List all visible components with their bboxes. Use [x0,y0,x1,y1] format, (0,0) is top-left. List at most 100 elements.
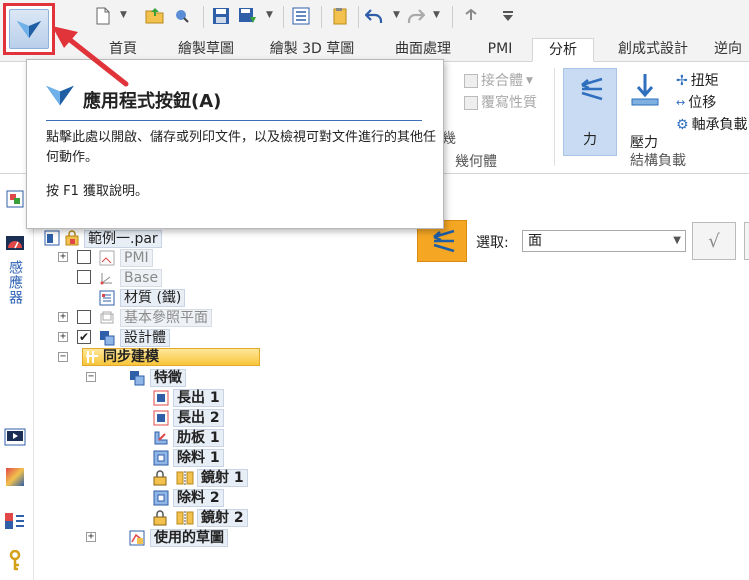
collapse-sync-modeling[interactable]: − [58,352,68,362]
force-button[interactable]: 力 [563,68,617,156]
pressure-label: 壓力 [630,135,658,151]
color-legend-icon[interactable] [4,510,26,532]
properties-icon[interactable] [291,6,311,26]
lock-icon [153,510,169,526]
tooltip-body: 點擊此處以開啟、儲存或列印文件，以及檢視可對文件進行的其他任何動作。 [46,130,437,165]
toolbar-separator [283,6,284,28]
tree-extrude-1[interactable]: 長出 1 [173,389,224,407]
extrude-icon [153,410,169,426]
part-file-icon [44,230,60,246]
repeat-icon[interactable] [461,6,481,26]
save-as-icon[interactable] [238,6,258,26]
design-body-icon [99,330,115,346]
accept-check-icon: √ [708,230,720,252]
select-value: 面 [528,233,542,249]
cut-icon [153,450,169,466]
sync-modeling-icon [84,349,100,365]
tree-mirror-2[interactable]: 鏡射 2 [197,509,248,527]
geometry-group-label: 幾何體 [455,154,497,170]
results-icon[interactable] [4,466,26,488]
save-dropdown-icon[interactable]: ▼ [266,10,274,20]
geometry-partial-label: 幾 [442,131,456,147]
collapse-features[interactable]: − [86,372,96,382]
extra-command-button[interactable] [744,222,749,260]
tab-pmi[interactable]: PMI [476,38,524,62]
torque-label: 扭矩 [690,73,719,89]
tree-used-sketches[interactable]: 使用的草圖 [150,529,228,547]
redo-dropdown-icon[interactable]: ▼ [433,10,441,20]
expand-base-ref-planes[interactable]: + [58,312,68,322]
ribbon-group-separator [554,68,555,166]
expand-design-body[interactable]: + [58,332,68,342]
bearing-load-button[interactable]: ⚙ 軸承負載 [676,116,748,134]
tree-cut-2[interactable]: 除料 2 [173,489,224,507]
bearing-load-label: 軸承負載 [691,117,748,133]
sensors-icon[interactable] [4,232,26,254]
extrude-icon [153,390,169,406]
customize-qat-icon[interactable] [498,6,518,26]
tree-base-ref-planes[interactable]: 基本參照平面 [120,309,212,327]
accept-button[interactable]: √ [692,222,736,260]
tree-mirror-1[interactable]: 鏡射 1 [197,469,248,487]
command-bar: 選取: 面 ▼ √ [414,216,749,266]
torque-button[interactable]: ✢ 扭矩 [676,72,719,90]
design-body-checkbox[interactable]: ✔ [77,330,91,344]
tree-sync-modeling[interactable]: 同步建模 [103,349,159,365]
tree-pmi[interactable]: PMI [120,249,153,267]
tree-cut-1[interactable]: 除料 1 [173,449,224,467]
select-label: 選取: [476,235,509,251]
tree-material[interactable]: 材質 (鐵) [120,289,186,307]
tab-analysis[interactable]: 分析 [532,38,594,62]
mirror-icon [176,510,194,526]
undo-dropdown-icon[interactable]: ▼ [393,10,401,20]
toolbar-separator [321,6,322,28]
tree-design-body[interactable]: 設計體 [120,329,170,347]
undo-icon[interactable] [364,6,384,26]
override-properties-label: 覆寫性質 [481,95,537,111]
tree-rib-1[interactable]: 肋板 1 [173,429,224,447]
tree-extrude-2[interactable]: 長出 2 [173,409,224,427]
left-tool-strip: 感應器 [0,174,34,580]
tree-features[interactable]: 特徵 [150,369,186,387]
expand-used-sketches[interactable]: + [86,532,96,542]
save-icon[interactable] [211,6,231,26]
base-ref-planes-checkbox[interactable] [77,310,91,324]
override-properties-button[interactable]: 覆寫性質 [464,94,537,112]
pressure-button[interactable]: 壓力 [624,68,668,156]
inspect-icon[interactable] [172,6,192,26]
bearing-load-icon: ⚙ [676,117,689,133]
open-folder-icon[interactable] [145,6,165,26]
chevron-down-icon: ▼ [526,76,533,86]
chevron-down-icon: ▼ [673,235,681,246]
override-properties-icon [464,96,478,110]
pathfinder-icon[interactable] [4,188,26,210]
library-icon[interactable] [330,6,350,26]
sensors-tab-label[interactable]: 感應器 [7,260,25,305]
key-icon[interactable] [4,550,26,572]
reference-planes-icon [99,310,115,326]
displacement-label: 位移 [688,95,717,111]
tab-generative-design[interactable]: 創成式設計 [604,38,702,62]
tab-reverse[interactable]: 逆向 [714,38,749,62]
redo-icon[interactable] [406,6,426,26]
rib-icon [153,430,169,446]
pressure-icon [630,72,660,112]
new-dropdown-icon[interactable]: ▼ [120,10,128,20]
pmi-checkbox[interactable] [77,250,91,264]
base-coordinate-icon [99,270,115,286]
expand-pmi[interactable]: + [58,252,68,262]
cut-icon [153,490,169,506]
tree-base[interactable]: Base [120,269,163,287]
lock-icon [153,470,169,486]
select-dropdown[interactable]: 面 ▼ [522,230,686,252]
sketch-icon [129,530,145,546]
base-checkbox[interactable] [77,270,91,284]
displacement-button[interactable]: ↔ 位移 [676,94,716,112]
application-button-icon[interactable] [9,9,49,49]
tree-root-part[interactable]: 範例一.par [84,230,162,248]
animation-icon[interactable] [4,426,26,448]
joint-body-label: 接合體 [481,73,523,89]
toolbar-separator [203,6,204,28]
joint-body-button[interactable]: 接合體 ▼ [464,72,533,90]
toolbar-separator [452,6,453,28]
